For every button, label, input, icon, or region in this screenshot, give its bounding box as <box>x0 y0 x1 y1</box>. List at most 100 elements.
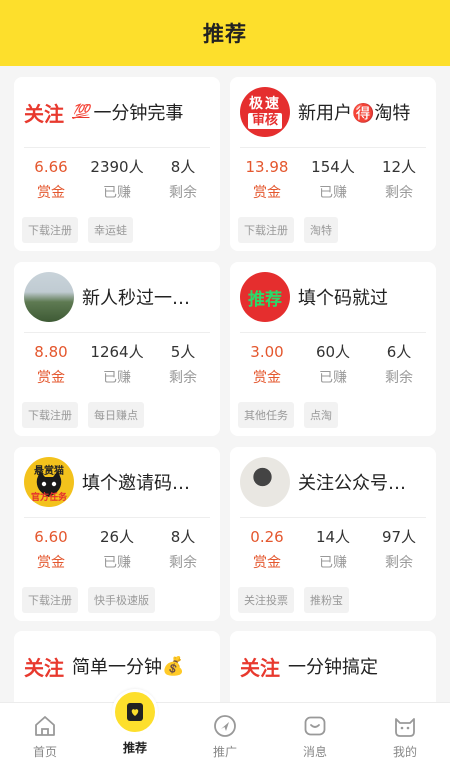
card-tags: 下载注册 淘特 <box>238 217 338 243</box>
earned-label: 已赚 <box>103 555 131 571</box>
remaining-label: 剩余 <box>385 370 413 386</box>
reward-label: 赏金 <box>37 370 65 386</box>
remaining-label: 剩余 <box>385 555 413 571</box>
reward-label: 赏金 <box>253 555 281 571</box>
reward-value: 8.80 <box>34 343 68 361</box>
page-title: 推荐 <box>203 22 247 46</box>
bookmark-heart-icon <box>112 689 158 735</box>
task-card[interactable]: 推荐 填个码就过 3.00 赏金 60人 已赚 6人 剩余 其他任务 点淘 <box>230 262 436 436</box>
earned-value: 154人 <box>311 158 355 176</box>
tab-label: 消息 <box>302 745 327 759</box>
card-header: 极速 审核 新用户🉐淘特 <box>240 87 432 137</box>
home-icon <box>32 713 58 739</box>
card-title: 一分钟完事 <box>93 103 184 124</box>
card-tags: 下载注册 幸运蛙 <box>22 217 133 243</box>
tag: 淘特 <box>304 217 338 243</box>
card-header: 推荐 填个码就过 <box>240 272 432 322</box>
card-header: 悬赏猫 官方任务 填个邀请码… <box>24 457 216 507</box>
tag: 推粉宝 <box>304 587 349 613</box>
reward-value: 6.60 <box>34 528 68 546</box>
reward-label: 赏金 <box>253 370 281 386</box>
card-tags: 其他任务 点淘 <box>238 402 338 428</box>
reward-label: 赏金 <box>253 185 281 201</box>
earned-value: 26人 <box>99 528 135 546</box>
task-grid: 关注 💯 一分钟完事 6.66 赏金 2390人 已赚 8人 剩余 下载注册 幸运蛙 … <box>0 66 450 702</box>
recommend-avatar: 推荐 <box>240 272 290 322</box>
follow-badge: 关注 <box>240 655 280 680</box>
reward-label: 赏金 <box>37 185 65 201</box>
earned-label: 已赚 <box>319 370 347 386</box>
remaining-value: 6人 <box>386 343 412 361</box>
tag: 下载注册 <box>22 587 78 613</box>
fast-review-avatar: 极速 审核 <box>240 87 290 137</box>
reward-value: 3.00 <box>250 343 284 361</box>
tag: 每日赚点 <box>88 402 144 428</box>
card-title: 一分钟搞定 <box>288 657 378 678</box>
money-bag-icon: 💰 <box>162 655 185 677</box>
task-card[interactable]: 悬赏猫 官方任务 填个邀请码… 6.60 赏金 26人已赚 8人剩余 下载注册 快… <box>14 447 220 621</box>
card-title: 简单一分钟 <box>72 657 162 678</box>
card-divider <box>240 147 426 148</box>
earned-label: 已赚 <box>103 185 131 201</box>
card-title: 填个码就过 <box>298 288 388 309</box>
reward-value: 6.66 <box>34 158 68 176</box>
task-card[interactable]: 关注公众号… 0.26 赏金 14人 已赚 97人 剩余 关注投票 推粉宝 <box>230 447 436 621</box>
cat-profile-icon <box>392 713 418 739</box>
card-tags: 下载注册 快手极速版 <box>22 587 155 613</box>
card-divider <box>24 517 210 518</box>
remaining-label: 剩余 <box>385 185 413 201</box>
earned-label: 已赚 <box>319 555 347 571</box>
remaining-value: 5人 <box>170 343 196 361</box>
card-stats: 3.00 赏金 60人 已赚 6人 剩余 <box>230 341 436 387</box>
card-tags: 关注投票 推粉宝 <box>238 587 349 613</box>
remaining-value: 8人 <box>170 158 196 176</box>
bottom-tab-bar: 首页 推荐 推广 消息 我的 <box>0 689 450 768</box>
tab-profile[interactable]: 我的 <box>360 703 450 768</box>
reward-label: 赏金 <box>37 555 65 571</box>
tab-home[interactable]: 首页 <box>0 703 90 768</box>
tab-promote[interactable]: 推广 <box>180 703 270 768</box>
send-icon <box>212 713 238 739</box>
remaining-value: 12人 <box>381 158 417 176</box>
earned-value: 14人 <box>315 528 351 546</box>
tag: 下载注册 <box>238 217 294 243</box>
tag: 其他任务 <box>238 402 294 428</box>
card-title: 填个邀请码… <box>82 473 190 494</box>
card-stats: 13.98 赏金 154人 已赚 12人 剩余 <box>230 156 436 202</box>
card-title: 新用户🉐淘特 <box>298 103 411 124</box>
hundred-points-icon: 💯 <box>72 104 90 120</box>
card-divider <box>24 332 210 333</box>
remaining-label: 剩余 <box>169 555 197 571</box>
tag: 下载注册 <box>22 217 78 243</box>
task-card[interactable]: 新人秒过一… 8.80 赏金 1264人 已赚 5人 剩余 下载注册 每日赚点 <box>14 262 220 436</box>
avatar-text: 推荐 <box>248 289 282 310</box>
remaining-value: 8人 <box>170 528 196 546</box>
task-card[interactable]: 极速 审核 新用户🉐淘特 13.98 赏金 154人 已赚 12人 剩余 下载注册 淘… <box>230 77 436 251</box>
remaining-label: 剩余 <box>169 370 197 386</box>
avatar-text: 官方任务 <box>30 493 67 503</box>
card-stats: 6.66 赏金 2390人 已赚 8人 剩余 <box>14 156 220 202</box>
mountain-avatar <box>24 272 74 322</box>
follow-badge: 关注 <box>24 655 64 680</box>
avatar-text: 审核 <box>247 112 282 129</box>
tag: 点淘 <box>304 402 338 428</box>
card-stats: 6.60 赏金 26人已赚 8人剩余 <box>14 526 220 572</box>
card-stats: 8.80 赏金 1264人 已赚 5人 剩余 <box>14 341 220 387</box>
tab-messages[interactable]: 消息 <box>270 703 360 768</box>
person-photo-avatar <box>240 457 290 507</box>
card-header: 关注 💯 一分钟完事 <box>24 87 216 137</box>
tab-recommend[interactable]: 推荐 <box>90 689 180 768</box>
card-header: 关注 一分钟搞定 <box>240 641 432 691</box>
message-icon <box>302 713 328 739</box>
card-divider <box>24 147 210 148</box>
tag: 幸运蛙 <box>88 217 133 243</box>
task-card[interactable]: 关注 一分钟搞定 <box>230 631 436 702</box>
card-stats: 0.26 赏金 14人 已赚 97人 剩余 <box>230 526 436 572</box>
task-card[interactable]: 关注 简单一分钟 💰 <box>14 631 220 702</box>
tag: 快手极速版 <box>88 587 155 613</box>
task-card[interactable]: 关注 💯 一分钟完事 6.66 赏金 2390人 已赚 8人 剩余 下载注册 幸运蛙 <box>14 77 220 251</box>
tab-label: 我的 <box>392 745 417 759</box>
card-header: 关注 简单一分钟 💰 <box>24 641 216 691</box>
card-divider <box>240 332 426 333</box>
reward-value: 13.98 <box>245 158 289 176</box>
